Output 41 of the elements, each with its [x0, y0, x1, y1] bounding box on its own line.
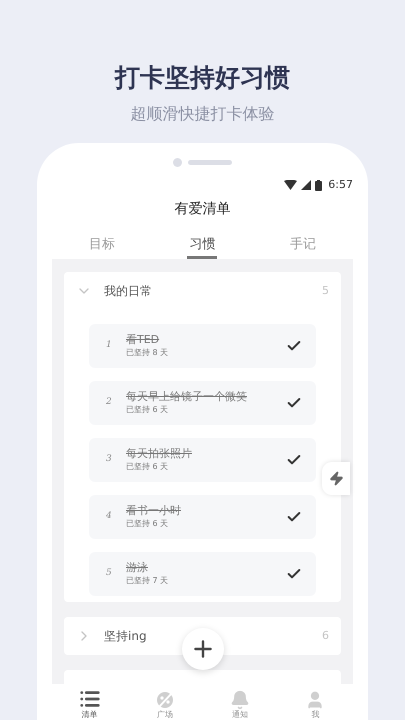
nav-item[interactable]: 通知 [202, 684, 278, 720]
signal-icon [301, 180, 312, 190]
streak-text: 已坚持 6 天 [126, 461, 170, 473]
group-header[interactable]: 坚持ing 6 [64, 617, 341, 655]
streak-text: 已坚持 6 天 [126, 404, 170, 416]
nav-item[interactable]: 清单 [52, 684, 128, 720]
habit-title: 每天拍张照片 [126, 447, 193, 461]
item-number: 1 [106, 339, 113, 352]
bell-icon [230, 690, 250, 710]
habit-item[interactable]: 1 看TED 已坚持 8 天 [89, 324, 316, 368]
streak-text: 已坚持 7 天 [126, 575, 170, 587]
habit-title: 看TED [126, 333, 160, 347]
list-icon [78, 688, 101, 710]
headline: 打卡坚持好习惯 [115, 62, 290, 94]
habit-item[interactable]: 2 每天早上给镜子一个微笑 已坚持 6 天 [89, 381, 316, 425]
habit-title: 看书一小时 [126, 504, 182, 518]
habit-title: 每天早上给镜子一个微笑 [126, 390, 248, 404]
wifi-icon [284, 180, 298, 190]
habit-item[interactable]: 5 游泳 已坚持 7 天 [89, 552, 316, 596]
streak-text: 已坚持 6 天 [126, 518, 170, 530]
tab[interactable]: 目标 [87, 233, 118, 259]
slashed-circle-icon [154, 690, 175, 710]
lightning-icon [328, 471, 344, 486]
item-number: 4 [106, 510, 113, 524]
habit-item[interactable]: 4 看书一小时 已坚持 6 天 [89, 495, 316, 539]
habit-title: 游泳 [126, 561, 149, 575]
battery-icon [315, 180, 322, 190]
status-time: 6:57 [328, 176, 353, 193]
group-header[interactable]: 我的日常 5 [64, 272, 341, 310]
nav-item[interactable]: 广场 [127, 684, 202, 720]
tab[interactable]: 手记 [288, 233, 318, 259]
item-number: 2 [106, 396, 113, 410]
subheadline: 超顺滑快捷打卡体验 [130, 104, 274, 124]
item-number: 3 [106, 453, 113, 466]
app-title: 有爱清单 [174, 200, 232, 219]
habit-item[interactable]: 3 每天拍张照片 已坚持 6 天 [89, 438, 316, 482]
nav-item[interactable]: 我 [278, 684, 353, 720]
speaker-slot [188, 160, 232, 164]
quick-action-tab[interactable] [322, 462, 350, 495]
streak-text: 已坚持 8 天 [126, 347, 170, 359]
item-number: 5 [106, 567, 113, 580]
